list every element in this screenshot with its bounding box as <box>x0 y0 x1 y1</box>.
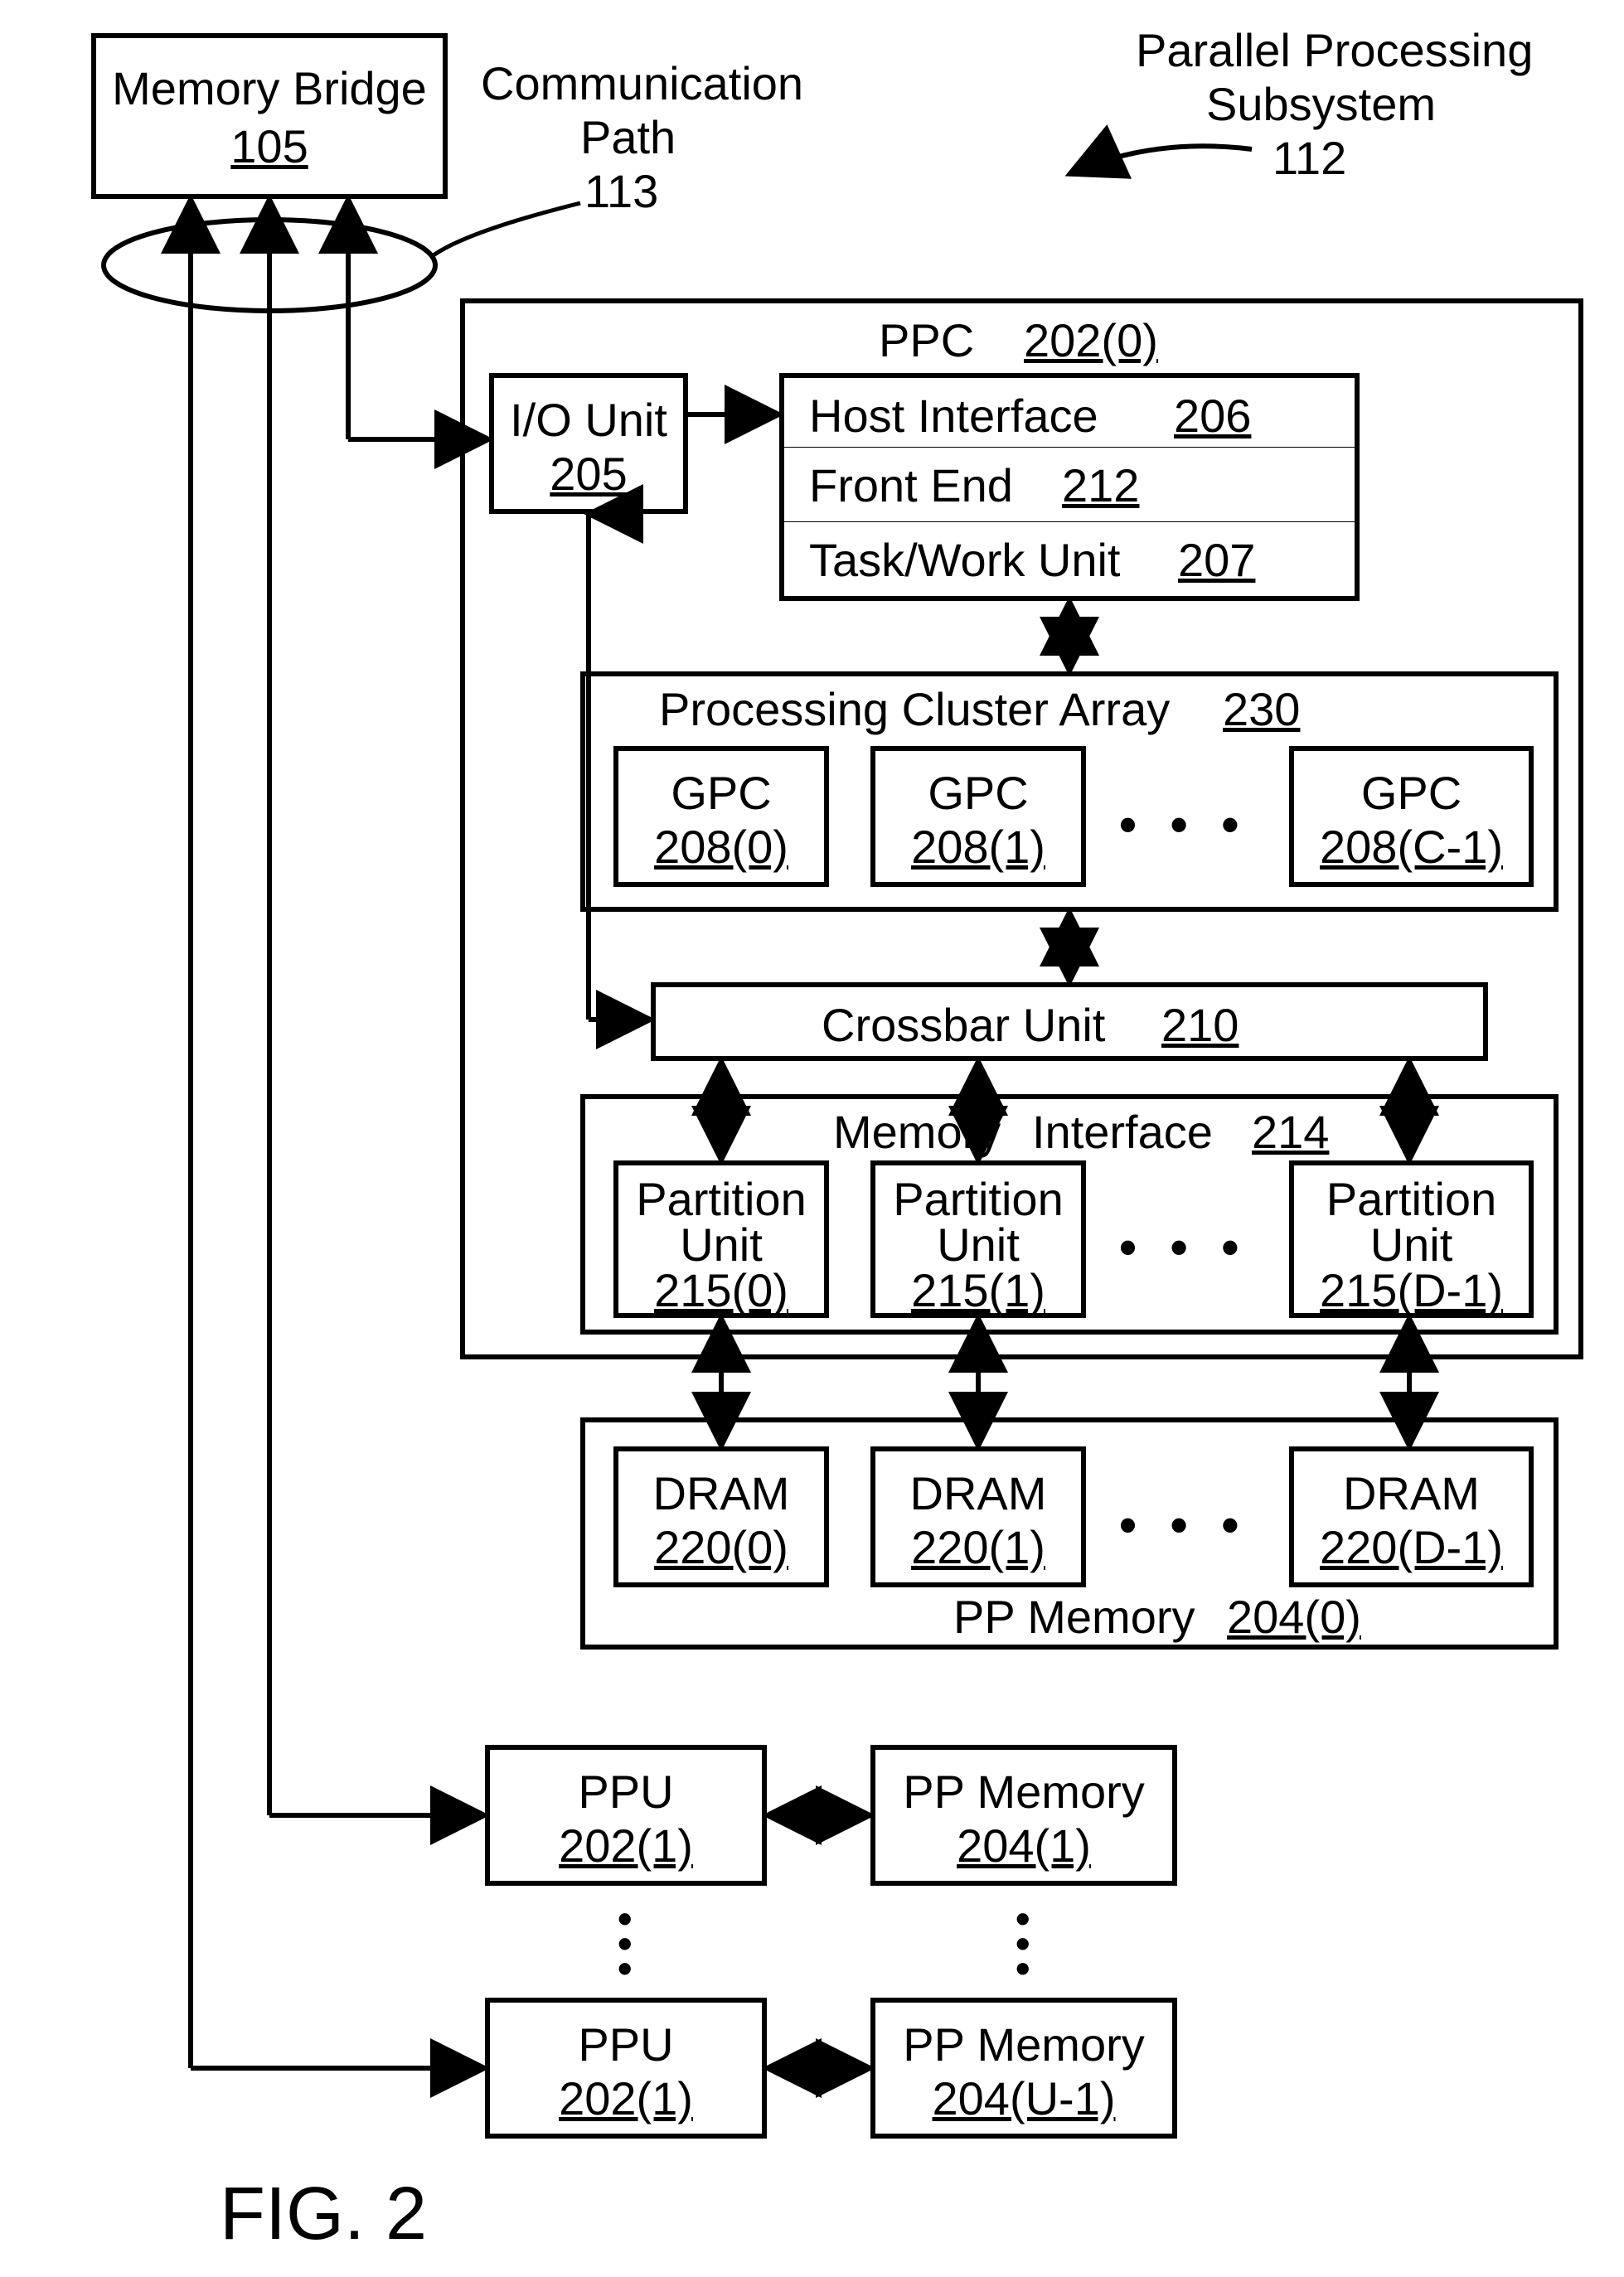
dram0-ref: 220(0) <box>618 1522 824 1573</box>
ppc-title: PPC <box>879 315 974 366</box>
ppmemU-box: PP Memory 204(U-1) <box>870 1998 1177 2139</box>
part1-l2: Unit <box>875 1219 1081 1271</box>
partD-l2: Unit <box>1294 1219 1529 1271</box>
partD-box: Partition Unit 215(D-1) <box>1289 1160 1534 1318</box>
ppmem-title: PP Memory <box>953 1591 1195 1643</box>
part0-ref: 215(0) <box>618 1265 824 1316</box>
host-interface-box: Host Interface 206 <box>779 373 1360 452</box>
ppu1-label: PPU <box>490 1766 762 1818</box>
gpcC-ref: 208(C-1) <box>1294 821 1529 873</box>
mem-if-ref: 214 <box>1252 1107 1329 1158</box>
ppmem-title-ref: 204(0) <box>1227 1591 1361 1643</box>
dramD-ref: 220(D-1) <box>1294 1522 1529 1573</box>
ppuU-box: PPU 202(1) <box>485 1998 767 2139</box>
part0-l2: Unit <box>618 1219 824 1271</box>
comm-path-ref: 113 <box>584 166 658 217</box>
gpc0-ref: 208(0) <box>618 821 824 873</box>
gpc0-label: GPC <box>618 768 824 819</box>
dram0-label: DRAM <box>618 1468 824 1519</box>
ppc-title-ref: 202(0) <box>1024 315 1158 366</box>
comm-path-label2: Path <box>580 112 676 163</box>
memory-bridge-label: Memory Bridge <box>96 63 443 114</box>
ppuU-label: PPU <box>490 2019 762 2071</box>
part1-ref: 215(1) <box>875 1265 1081 1316</box>
dram1-ref: 220(1) <box>875 1522 1081 1573</box>
task-unit-box: Task/Work Unit 207 <box>779 522 1360 601</box>
partD-ref: 215(D-1) <box>1294 1265 1529 1316</box>
dram-ellipsis: • • • <box>1119 1496 1248 1553</box>
pps-label2: Subsystem <box>1206 79 1436 130</box>
host-if-ref: 206 <box>1174 390 1251 442</box>
comm-path-label1: Communication <box>481 58 803 109</box>
ppmem1-box: PP Memory 204(1) <box>870 1745 1177 1886</box>
io-unit-ref: 205 <box>494 448 683 500</box>
dram1-box: DRAM 220(1) <box>870 1446 1086 1587</box>
ppmem-vdots: ••• <box>1016 1906 1030 1981</box>
ppmem1-ref: 204(1) <box>875 1820 1172 1872</box>
front-end-label: Front End <box>809 460 1013 511</box>
dramD-box: DRAM 220(D-1) <box>1289 1446 1534 1587</box>
crossbar-label: Crossbar Unit <box>822 1000 1105 1051</box>
ppu1-ref: 202(1) <box>490 1820 762 1872</box>
task-unit-ref: 207 <box>1178 535 1255 586</box>
part0-box: Partition Unit 215(0) <box>613 1160 829 1318</box>
front-end-box: Front End 212 <box>779 448 1360 526</box>
partD-l1: Partition <box>1294 1174 1529 1225</box>
pps-label1: Parallel Processing <box>1136 25 1533 76</box>
ppu-vdots: ••• <box>618 1906 633 1981</box>
crossbar-box: Crossbar Unit 210 <box>651 982 1488 1061</box>
crossbar-ref: 210 <box>1161 1000 1239 1051</box>
gpc-ellipsis: • • • <box>1119 796 1248 853</box>
gpc1-box: GPC 208(1) <box>870 746 1086 887</box>
mem-if-label1: Memory <box>833 1107 1001 1158</box>
memory-bridge-box: Memory Bridge 105 <box>91 33 448 199</box>
part1-box: Partition Unit 215(1) <box>870 1160 1086 1318</box>
io-unit-label: I/O Unit <box>494 395 683 446</box>
gpc1-label: GPC <box>875 768 1081 819</box>
pps-ref: 112 <box>1273 133 1346 184</box>
ppmemU-label: PP Memory <box>875 2019 1172 2071</box>
gpc1-ref: 208(1) <box>875 821 1081 873</box>
gpc0-box: GPC 208(0) <box>613 746 829 887</box>
ppu1-box: PPU 202(1) <box>485 1745 767 1886</box>
diagram-canvas: Memory Bridge 105 Communication Path 113… <box>0 0 1624 2277</box>
gpcC-box: GPC 208(C-1) <box>1289 746 1534 887</box>
pca-label: Processing Cluster Array <box>659 684 1170 735</box>
host-if-label: Host Interface <box>809 390 1098 442</box>
io-unit-box: I/O Unit 205 <box>489 373 688 514</box>
ppmemU-ref: 204(U-1) <box>875 2073 1172 2124</box>
dram1-label: DRAM <box>875 1468 1081 1519</box>
ppuU-ref: 202(1) <box>490 2073 762 2124</box>
part0-l1: Partition <box>618 1174 824 1225</box>
ppmem1-label: PP Memory <box>875 1766 1172 1818</box>
gpcC-label: GPC <box>1294 768 1529 819</box>
dram0-box: DRAM 220(0) <box>613 1446 829 1587</box>
figure-label: FIG. 2 <box>220 2172 427 2257</box>
dramD-label: DRAM <box>1294 1468 1529 1519</box>
task-unit-label: Task/Work Unit <box>809 535 1120 586</box>
part1-l1: Partition <box>875 1174 1081 1225</box>
front-end-ref: 212 <box>1062 460 1139 511</box>
mem-if-label2: Interface <box>1032 1107 1213 1158</box>
part-ellipsis: • • • <box>1119 1218 1248 1276</box>
memory-bridge-ref: 105 <box>96 121 443 172</box>
pca-ref: 230 <box>1223 684 1300 735</box>
